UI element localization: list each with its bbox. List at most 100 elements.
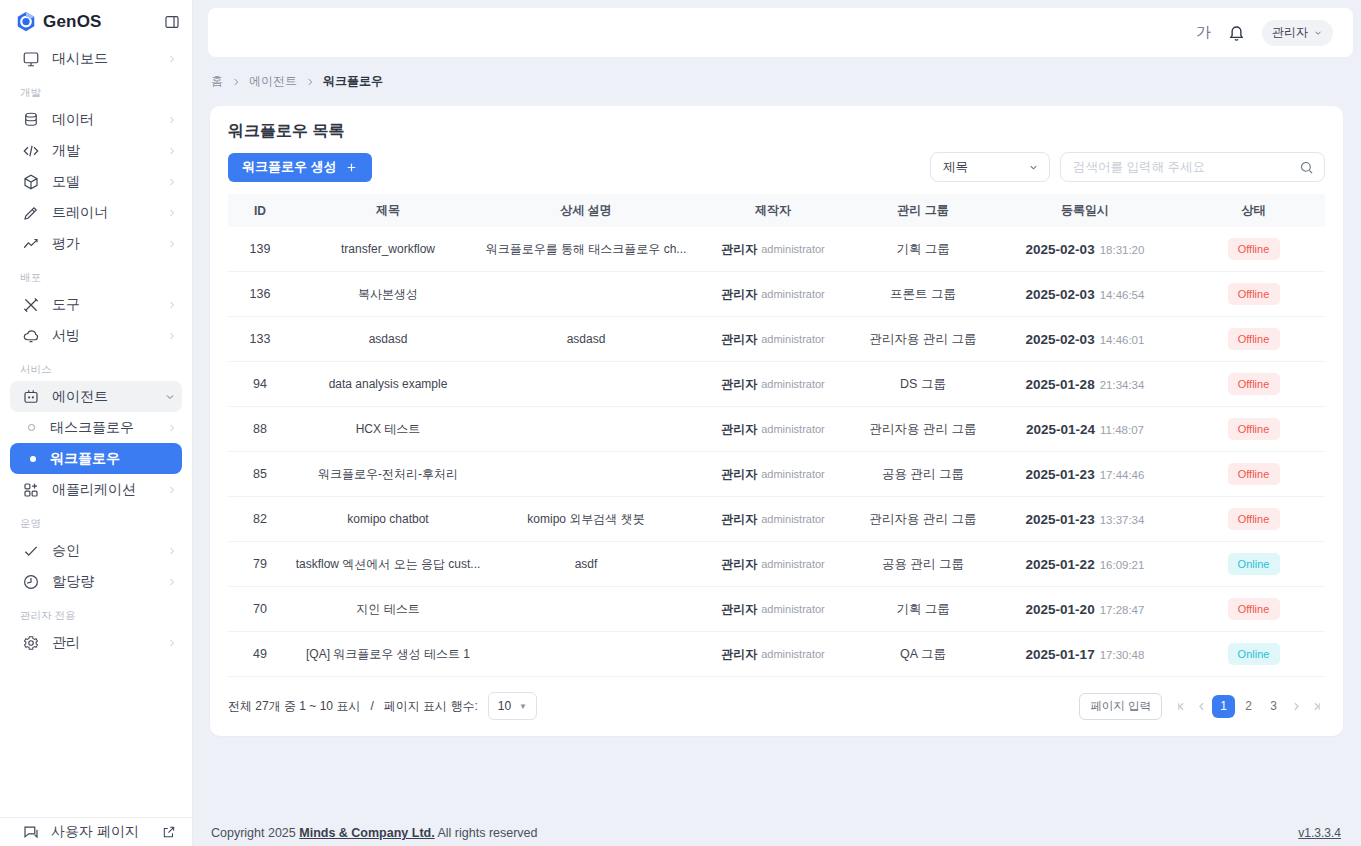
genos-logo-icon: [15, 11, 37, 33]
cell-creator: 관리자administrator: [688, 241, 858, 258]
cell-title: 복사본생성: [292, 286, 484, 303]
topbar: 가 관리자: [208, 8, 1353, 57]
table-row[interactable]: 136복사본생성관리자administrator프론트 그룹2025-02-03…: [228, 272, 1325, 317]
table-row[interactable]: 49[QA] 워크플로우 생성 테스트 1관리자administratorQA …: [228, 632, 1325, 677]
caret-down-icon: ▼: [519, 702, 527, 711]
sidebar-footer-user-page[interactable]: 사용자 페이지: [0, 817, 192, 846]
sidebar-item-develop[interactable]: 개발: [0, 135, 192, 166]
cell-group: 기획 그룹: [858, 241, 988, 258]
create-workflow-button[interactable]: 워크플로우 생성: [228, 153, 372, 182]
cell-date: 2025-01-2313:37:34: [988, 512, 1182, 527]
sidebar-item-data[interactable]: 데이터: [0, 104, 192, 135]
cell-group: 관리자용 관리 그룹: [858, 511, 988, 528]
status-badge: Offline: [1228, 598, 1280, 620]
sidebar-item-model[interactable]: 모델: [0, 166, 192, 197]
cell-group: 공용 관리 그룹: [858, 466, 988, 483]
sidebar-item-tools[interactable]: 도구: [0, 289, 192, 320]
workflow-list-card: 워크플로우 목록 워크플로우 생성 제목 ID제목상세 설명제작자관리 그룹등록…: [210, 106, 1343, 736]
page-input-button[interactable]: 페이지 입력: [1079, 693, 1162, 720]
cell-date: 2025-02-0314:46:01: [988, 332, 1182, 347]
sidebar-item-agent[interactable]: 에이전트: [10, 381, 182, 412]
rows-per-page-select[interactable]: 10 ▼: [488, 692, 537, 720]
main-area: 가 관리자 홈 에이전트 워크플로우 워크플로우 목록 워크플로우 생성 제목: [193, 0, 1361, 846]
page-button[interactable]: 2: [1237, 695, 1260, 718]
table-row[interactable]: 85워크플로우-전처리-후처리관리자administrator공용 관리 그룹2…: [228, 452, 1325, 497]
status-badge: Offline: [1228, 463, 1280, 485]
font-size-button[interactable]: 가: [1196, 23, 1211, 42]
chevron-right-icon: [166, 145, 178, 157]
column-header: 제목: [292, 202, 484, 219]
sidebar-item-approval[interactable]: 승인: [0, 535, 192, 566]
chevron-right-icon: [166, 330, 178, 342]
pagination-summary: 전체 27개 중 1 ~ 10 표시: [228, 698, 360, 715]
cell-id: 88: [228, 422, 292, 436]
sidebar-item-quota[interactable]: 할당량: [0, 566, 192, 597]
next-page-icon[interactable]: [1287, 695, 1305, 717]
cell-id: 79: [228, 557, 292, 571]
chevron-down-icon: [1028, 162, 1039, 173]
plus-icon: [345, 161, 358, 174]
breadcrumb-separator-icon: [305, 77, 315, 87]
sidebar-item-application[interactable]: 애플리케이션: [0, 474, 192, 505]
table-row[interactable]: 94data analysis example관리자administratorD…: [228, 362, 1325, 407]
summary-separator: /: [370, 699, 373, 713]
page-button[interactable]: 1: [1212, 695, 1235, 718]
gear-icon: [22, 634, 40, 652]
cell-date: 2025-01-1717:30:48: [988, 647, 1182, 662]
chevron-right-icon: [166, 114, 178, 126]
taskflow-bullet-icon: [24, 424, 38, 431]
search-controls: 제목: [930, 152, 1325, 182]
table-row[interactable]: 70지인 테스트관리자administrator기획 그룹2025-01-201…: [228, 587, 1325, 632]
cell-creator: 관리자administrator: [688, 376, 858, 393]
sidebar-item-admin[interactable]: 관리: [0, 627, 192, 658]
table-row[interactable]: 79taskflow 엑션에서 오는 응답 cust...asdf관리자admi…: [228, 542, 1325, 587]
dashboard-icon: [22, 50, 40, 68]
prev-page-icon[interactable]: [1192, 695, 1210, 717]
first-page-icon[interactable]: [1172, 695, 1190, 717]
breadcrumb-agent[interactable]: 에이전트: [249, 73, 297, 90]
table-header-row: ID제목상세 설명제작자관리 그룹등록일시상태: [228, 194, 1325, 227]
table-row[interactable]: 82komipo chatbotkomipo 외부검색 챗봇관리자adminis…: [228, 497, 1325, 542]
last-page-icon[interactable]: [1307, 695, 1325, 717]
sidebar-item-evaluation[interactable]: 평가: [0, 228, 192, 259]
sidebar-item-taskflow[interactable]: 태스크플로우: [0, 412, 192, 443]
search-input[interactable]: [1073, 160, 1299, 174]
sidebar-item-serving[interactable]: 서빙: [0, 320, 192, 351]
sidebar-item-dashboard[interactable]: 대시보드: [0, 43, 192, 74]
chevron-right-icon: [166, 637, 178, 649]
status-badge: Offline: [1228, 418, 1280, 440]
table-row[interactable]: 88HCX 테스트관리자administrator관리자용 관리 그룹2025-…: [228, 407, 1325, 452]
status-badge: Offline: [1228, 328, 1280, 350]
status-badge: Online: [1228, 553, 1280, 575]
user-menu-button[interactable]: 관리자: [1262, 20, 1333, 46]
sidebar-item-trainer[interactable]: 트레이너: [0, 197, 192, 228]
cell-title: asdasd: [292, 332, 484, 346]
cell-status: Offline: [1182, 418, 1325, 440]
table-row[interactable]: 139transfer_workflow워크플로우를 통해 태스크플로우 ch.…: [228, 227, 1325, 272]
cloud-icon: [22, 327, 40, 345]
company-link[interactable]: Minds & Company Ltd.: [299, 826, 434, 840]
cell-description: 워크플로우를 통해 태스크플로우 ch...: [484, 241, 688, 258]
breadcrumb-home[interactable]: 홈: [211, 73, 223, 90]
status-badge: Offline: [1228, 508, 1280, 530]
version-link[interactable]: v1.3.3.4: [1298, 826, 1341, 840]
cell-creator: 관리자administrator: [688, 286, 858, 303]
cell-date: 2025-02-0314:46:54: [988, 287, 1182, 302]
table-row[interactable]: 133asdasdasdasd관리자administrator관리자용 관리 그…: [228, 317, 1325, 362]
tools-icon: [22, 296, 40, 314]
cell-date: 2025-01-2017:28:47: [988, 602, 1182, 617]
cell-creator: 관리자administrator: [688, 601, 858, 618]
cell-creator: 관리자administrator: [688, 556, 858, 573]
page-button[interactable]: 3: [1262, 695, 1285, 718]
cube-icon: [22, 173, 40, 191]
sidebar-collapse-icon[interactable]: [164, 14, 180, 30]
sidebar-item-workflow[interactable]: 워크플로우: [10, 443, 182, 474]
cell-date: 2025-01-2317:44:46: [988, 467, 1182, 482]
section-label-admin: 관리자 전용: [0, 597, 192, 627]
filter-field-select[interactable]: 제목: [930, 152, 1050, 182]
cell-creator: 관리자administrator: [688, 646, 858, 663]
notification-bell-icon[interactable]: [1227, 23, 1246, 42]
cell-title: data analysis example: [292, 377, 484, 391]
status-badge: Offline: [1228, 238, 1280, 260]
cell-title: HCX 테스트: [292, 421, 484, 438]
